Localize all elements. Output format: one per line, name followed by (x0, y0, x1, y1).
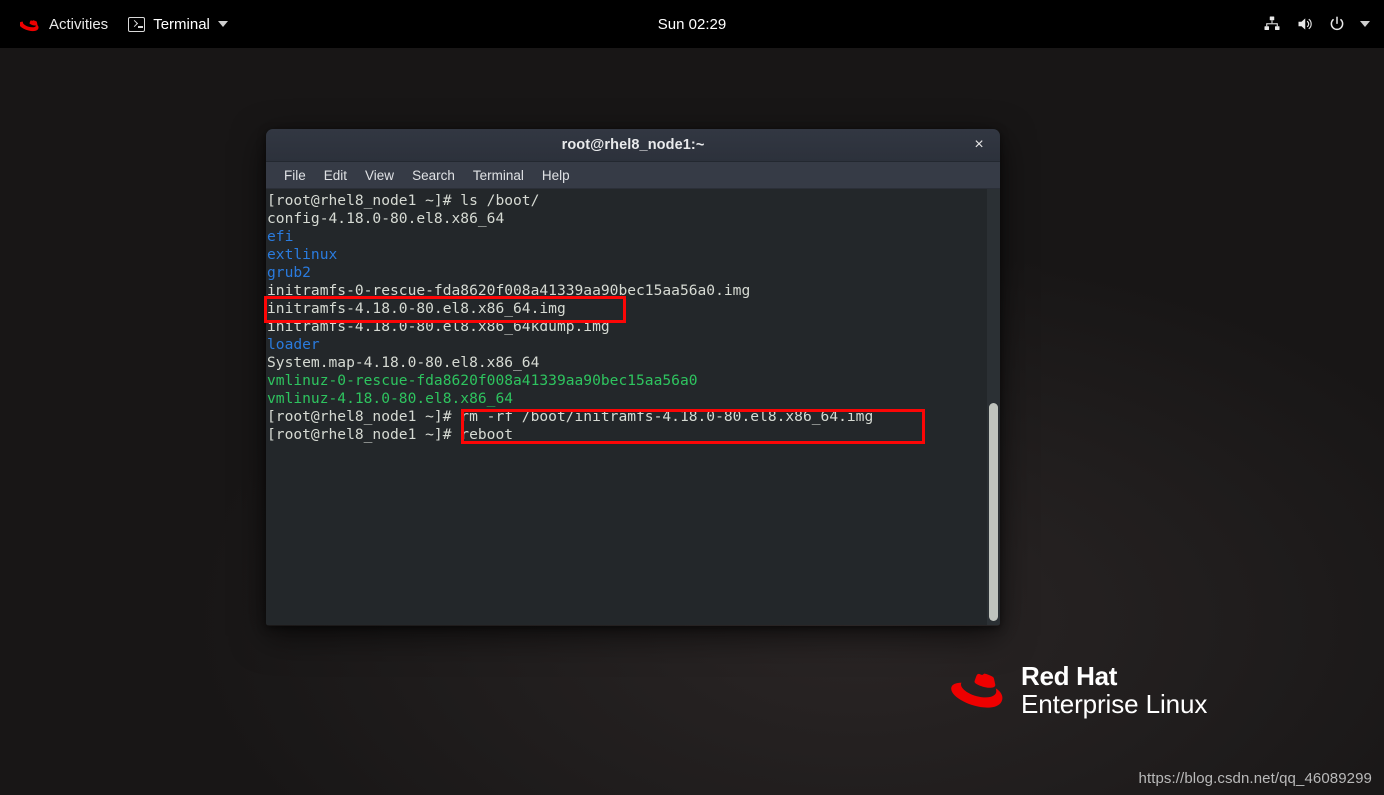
vertical-scrollbar[interactable] (987, 189, 1000, 625)
chevron-down-icon[interactable] (1360, 21, 1370, 27)
terminal-prompt: [root@rhel8_node1 ~]# (267, 408, 461, 425)
activities-label: Activities (49, 15, 109, 33)
menu-item-search[interactable]: Search (403, 165, 464, 186)
terminal-icon (128, 16, 146, 32)
top-bar-left-group: Activities Terminal (0, 0, 238, 48)
terminal-command: reboot (460, 426, 514, 443)
terminal-entry: initramfs-4.18.0-80.el8.x86_64kdump.img (267, 318, 610, 335)
clock-label[interactable]: Sun 02:29 (658, 16, 726, 33)
terminal-line: config-4.18.0-80.el8.x86_64 (267, 210, 873, 228)
brand-line-product: Enterprise Linux (1021, 688, 1208, 719)
terminal-command: rm -rf /boot/initramfs-4.18.0-80.el8.x86… (460, 408, 874, 425)
app-menu-terminal[interactable]: Terminal (118, 0, 238, 48)
terminal-line: loader (267, 336, 873, 354)
watermark-url: https://blog.csdn.net/qq_46089299 (1138, 770, 1372, 787)
terminal-window[interactable]: root@rhel8_node1:~ × File Edit View Sear… (266, 129, 1000, 626)
close-icon[interactable]: × (968, 134, 990, 156)
terminal-line: vmlinuz-0-rescue-fda8620f008a41339aa90be… (267, 372, 873, 390)
terminal-entry: initramfs-4.18.0-80.el8.x86_64.img (267, 300, 566, 317)
app-menu-label: Terminal (153, 15, 210, 33)
redhat-logo-icon (20, 16, 41, 33)
terminal-output: [root@rhel8_node1 ~]# ls /boot/config-4.… (267, 192, 873, 444)
terminal-entry: config-4.18.0-80.el8.x86_64 (267, 210, 505, 227)
window-title-bar[interactable]: root@rhel8_node1:~ × (266, 129, 1000, 162)
terminal-entry: efi (267, 228, 294, 245)
redhat-fedora-logo-icon (949, 666, 1007, 715)
menu-item-file[interactable]: File (275, 165, 315, 186)
power-icon[interactable] (1328, 15, 1346, 33)
terminal-line: initramfs-0-rescue-fda8620f008a41339aa90… (267, 282, 873, 300)
window-title: root@rhel8_node1:~ (561, 137, 705, 153)
terminal-line: [root@rhel8_node1 ~]# reboot (267, 426, 873, 444)
menu-item-terminal[interactable]: Terminal (464, 165, 533, 186)
terminal-line: initramfs-4.18.0-80.el8.x86_64kdump.img (267, 318, 873, 336)
terminal-entry: vmlinuz-4.18.0-80.el8.x86_64 (267, 390, 514, 407)
terminal-entry: grub2 (267, 264, 311, 281)
terminal-line: efi (267, 228, 873, 246)
terminal-screen[interactable]: [root@rhel8_node1 ~]# ls /boot/config-4.… (266, 189, 1000, 625)
redhat-enterprise-linux-branding: Red Hat Enterprise Linux (949, 661, 1208, 719)
terminal-line: initramfs-4.18.0-80.el8.x86_64.img (267, 300, 873, 318)
chevron-down-icon (217, 21, 228, 27)
terminal-line: extlinux (267, 246, 873, 264)
terminal-line: [root@rhel8_node1 ~]# rm -rf /boot/initr… (267, 408, 873, 426)
terminal-entry: extlinux (267, 246, 338, 263)
volume-speaker-icon[interactable] (1295, 15, 1314, 33)
terminal-entry: vmlinuz-0-rescue-fda8620f008a41339aa90be… (267, 372, 698, 389)
menu-item-help[interactable]: Help (533, 165, 579, 186)
terminal-entry: initramfs-0-rescue-fda8620f008a41339aa90… (267, 282, 751, 299)
terminal-entry: loader (267, 336, 320, 353)
menu-bar: File Edit View Search Terminal Help (266, 162, 1000, 189)
redhat-wordmark: Red Hat Enterprise Linux (1021, 661, 1208, 719)
terminal-command: ls /boot/ (460, 192, 540, 209)
scrollbar-thumb[interactable] (989, 403, 998, 621)
gnome-top-bar: Activities Terminal Sun 02:29 (0, 0, 1384, 48)
menu-item-view[interactable]: View (356, 165, 403, 186)
terminal-line: grub2 (267, 264, 873, 282)
system-tray[interactable] (1263, 0, 1376, 48)
menu-item-edit[interactable]: Edit (315, 165, 356, 186)
terminal-prompt: [root@rhel8_node1 ~]# (267, 192, 461, 209)
wired-network-icon[interactable] (1263, 15, 1281, 33)
screen: Activities Terminal Sun 02:29 root@rhel8… (0, 0, 1384, 795)
terminal-line: vmlinuz-4.18.0-80.el8.x86_64 (267, 390, 873, 408)
brand-line-redhat: Red Hat (1021, 661, 1118, 691)
terminal-prompt: [root@rhel8_node1 ~]# (267, 426, 461, 443)
terminal-entry: System.map-4.18.0-80.el8.x86_64 (267, 354, 540, 371)
activities-button[interactable]: Activities (10, 0, 118, 48)
terminal-line: [root@rhel8_node1 ~]# ls /boot/ (267, 192, 873, 210)
terminal-line: System.map-4.18.0-80.el8.x86_64 (267, 354, 873, 372)
